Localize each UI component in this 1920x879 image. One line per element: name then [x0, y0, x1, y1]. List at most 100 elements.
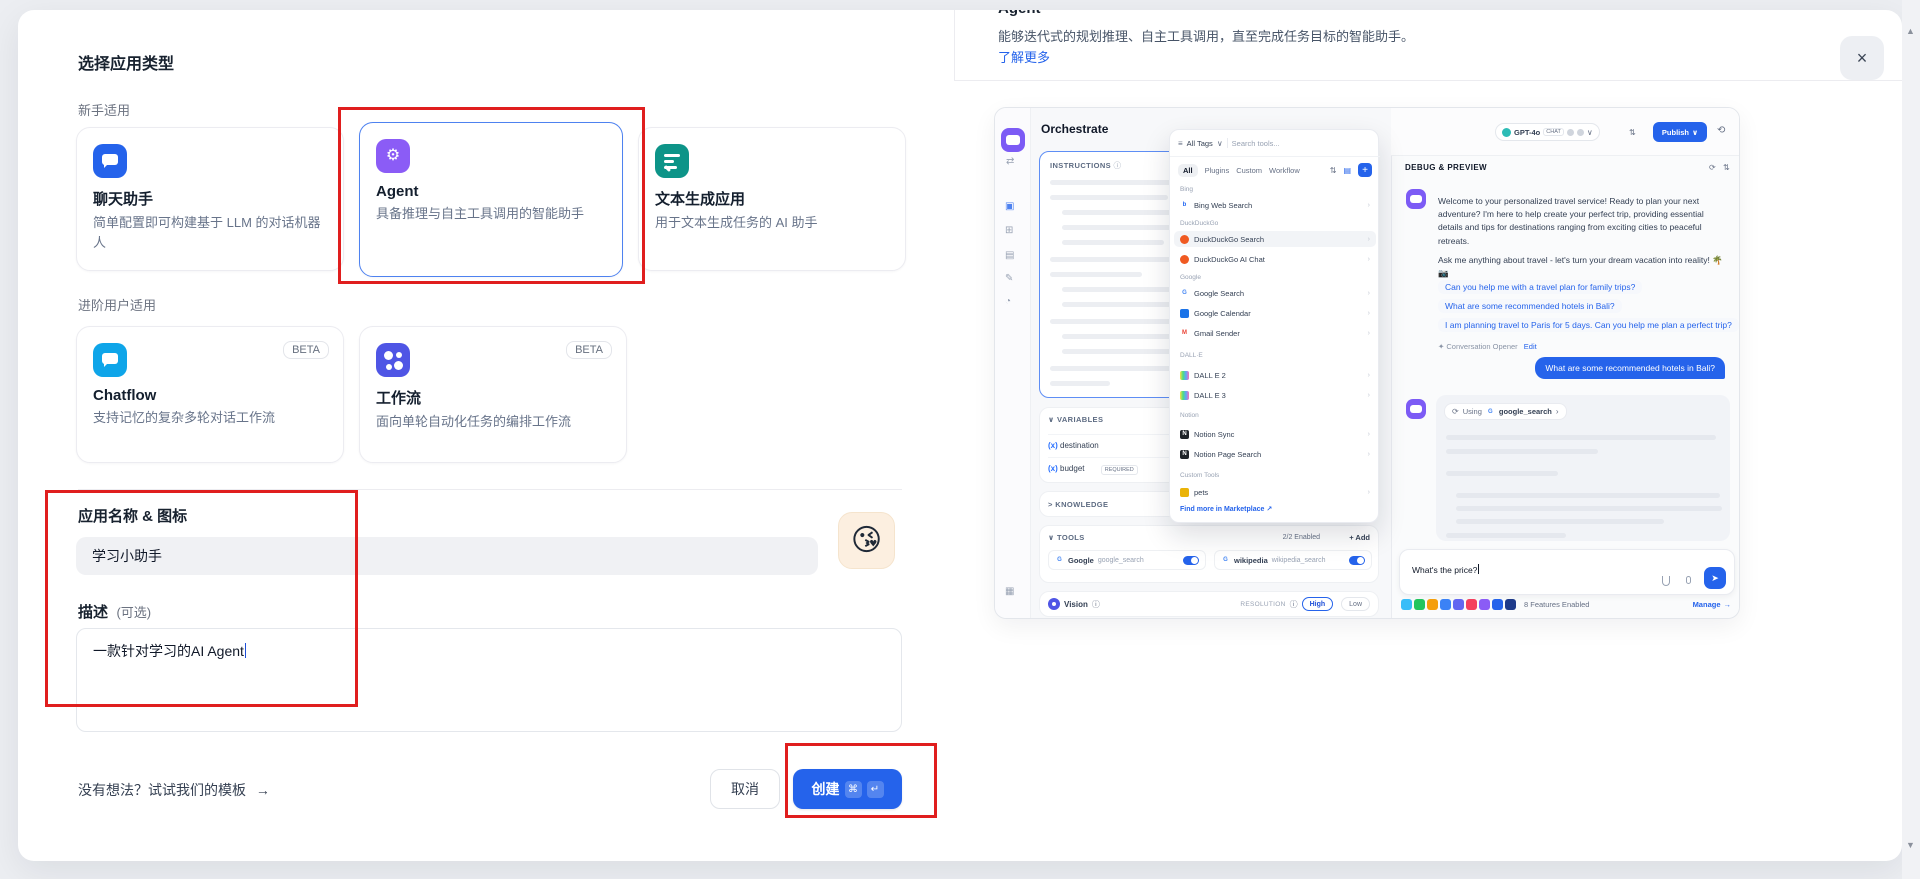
- toggle-on[interactable]: [1349, 555, 1365, 565]
- instructions-label: INSTRUCTIONS ⓘ: [1050, 161, 1122, 170]
- attachment-icon[interactable]: [1662, 576, 1670, 586]
- scroll-up-icon[interactable]: ▲: [1906, 26, 1915, 36]
- section-beginner-label: 新手适用: [78, 103, 131, 118]
- duckduckgo-icon: [1180, 254, 1189, 264]
- tool-picker-popover: ≡ All Tags ∨ Search tools... All Plugins…: [1169, 129, 1380, 523]
- tool-filter-row: ≡ All Tags ∨ Search tools...: [1178, 138, 1280, 148]
- tool-item[interactable]: b Bing Web Search ›: [1174, 197, 1376, 213]
- manage-features-link[interactable]: Manage: [1693, 600, 1721, 609]
- page-scrollbar[interactable]: ▲ ▼: [1902, 0, 1920, 879]
- chevron-right-icon: ›: [1367, 450, 1370, 458]
- tool-item[interactable]: M Gmail Sender ›: [1174, 325, 1376, 341]
- agent-icon: ⚙: [376, 139, 410, 173]
- opener-icon: ✦: [1438, 342, 1445, 351]
- app-type-card-chatflow[interactable]: BETA Chatflow 支持记忆的复杂多轮对话工作流: [76, 326, 344, 463]
- divider: [955, 80, 1902, 81]
- opener-edit-link[interactable]: Edit: [1524, 342, 1537, 351]
- create-button[interactable]: 创建 ⌘ ↵: [793, 769, 902, 809]
- chat-input-value: What's the price?: [1412, 564, 1480, 575]
- tool-item[interactable]: DuckDuckGo AI Chat ›: [1174, 251, 1376, 267]
- add-tool-plus-button[interactable]: +: [1358, 163, 1372, 177]
- tool-toggle-wikipedia[interactable]: G wikipedia wikipedia_search: [1214, 550, 1372, 570]
- suggested-question[interactable]: I am planning travel to Paris for 5 days…: [1438, 318, 1739, 332]
- send-button[interactable]: ➤: [1704, 567, 1726, 589]
- info-icon: ⓘ: [1091, 599, 1100, 609]
- template-hint-link[interactable]: 没有想法？试试我们的模板 →: [78, 780, 270, 800]
- tool-item[interactable]: DALL E 2 ›: [1174, 367, 1376, 383]
- tool-item[interactable]: N Notion Sync ›: [1174, 426, 1376, 442]
- chevron-right-icon: ›: [1367, 329, 1370, 337]
- find-more-marketplace-link[interactable]: Find more in Marketplace ↗: [1180, 502, 1370, 513]
- description-textarea[interactable]: 一款针对学习的AI Agent: [76, 628, 902, 732]
- suggested-question[interactable]: What are some recommended hotels in Bali…: [1438, 299, 1622, 313]
- agent-title-clipped: Agent: [998, 10, 1198, 21]
- app-type-card-agent[interactable]: ⚙ Agent 具备推理与自主工具调用的智能助手: [359, 122, 623, 277]
- sliders-icon[interactable]: ⇅: [1629, 128, 1636, 137]
- tool-tabs-row: All Plugins Custom Workflow ⇅ ▤ +: [1178, 163, 1372, 177]
- app-emoji-picker-button[interactable]: 😘: [838, 512, 895, 569]
- add-tool-button[interactable]: + Add: [1349, 533, 1370, 542]
- chevron-right-icon: ›: [1367, 309, 1370, 317]
- refresh-icon: ⟳: [1452, 407, 1459, 416]
- refresh-icon[interactable]: ⟳: [1709, 163, 1716, 172]
- tab-plugins[interactable]: Plugins: [1205, 166, 1230, 175]
- cancel-label: 取消: [731, 781, 759, 797]
- tools-panel: ∨ TOOLS 2/2 Enabled + Add G Google googl…: [1039, 525, 1379, 583]
- tab-all[interactable]: All: [1178, 163, 1198, 177]
- history-icon[interactable]: ⟲: [1717, 125, 1725, 136]
- resolution-high-button[interactable]: High: [1301, 597, 1334, 611]
- features-bar: 8 Features Enabled Manage →: [1401, 599, 1731, 610]
- text-generation-icon: [655, 144, 689, 178]
- app-name-input[interactable]: 学习小助手: [76, 537, 818, 575]
- bot-avatar: [1406, 399, 1426, 419]
- features-enabled-text: 8 Features Enabled: [1524, 600, 1590, 609]
- tab-custom[interactable]: Custom: [1236, 166, 1262, 175]
- scroll-down-icon[interactable]: ▼: [1906, 840, 1915, 850]
- agent-title: Agent: [998, 10, 1198, 17]
- close-button[interactable]: ×: [1840, 36, 1884, 80]
- tool-item[interactable]: pets ›: [1174, 486, 1376, 498]
- app-type-card-workflow[interactable]: BETA 工作流 面向单轮自动化任务的编排工作流: [359, 326, 627, 463]
- microphone-icon[interactable]: [1686, 576, 1691, 584]
- debug-preview-label: DEBUG & PREVIEW: [1405, 163, 1488, 172]
- group-label: Notion: [1180, 412, 1199, 419]
- search-tools-input[interactable]: Search tools...: [1232, 139, 1280, 148]
- chevron-right-icon: ›: [1367, 201, 1370, 209]
- tab-workflow[interactable]: Workflow: [1269, 166, 1300, 175]
- cancel-button[interactable]: 取消: [710, 769, 780, 809]
- grid-icon[interactable]: ▤: [1343, 166, 1351, 175]
- notion-icon: N: [1180, 429, 1189, 439]
- google-calendar-icon: [1180, 308, 1189, 318]
- publish-button[interactable]: Publish ∨: [1653, 122, 1707, 142]
- agent-description: 能够迭代式的规划推理、自主工具调用，直至完成任务目标的智能助手。: [998, 29, 1415, 44]
- tool-item[interactable]: G Google Search ›: [1174, 285, 1376, 301]
- toggle-on[interactable]: [1183, 555, 1199, 565]
- suggested-question[interactable]: Can you help me with a travel plan for f…: [1438, 280, 1643, 294]
- learn-more-link[interactable]: 了解更多: [998, 47, 1050, 66]
- app-type-card-chat-assistant[interactable]: 聊天助手 简单配置即可构建基于 LLM 的对话机器人: [76, 127, 344, 271]
- model-selector[interactable]: GPT-4o CHAT ∨: [1495, 123, 1600, 141]
- tool-item[interactable]: DALL E 3 ›: [1174, 387, 1376, 403]
- bot-welcome-message: Welcome to your personalized travel serv…: [1438, 196, 1704, 246]
- app-type-card-text-generation[interactable]: 文本生成应用 用于文本生成任务的 AI 助手: [638, 127, 906, 271]
- model-name: GPT-4o: [1514, 127, 1541, 137]
- page-title: 选择应用类型: [78, 56, 175, 73]
- tool-item[interactable]: DuckDuckGo Search ›: [1174, 231, 1376, 247]
- tool-item[interactable]: Google Calendar ›: [1174, 305, 1376, 321]
- settings-sliders-icon[interactable]: ⇅: [1723, 163, 1730, 172]
- sort-icon[interactable]: ⇅: [1330, 166, 1337, 175]
- chevron-down-icon: ∨: [1048, 533, 1055, 542]
- chevron-right-icon: ›: [1367, 371, 1370, 379]
- variable-prefix: (x): [1048, 464, 1058, 473]
- feature-icon: [1427, 599, 1438, 610]
- feature-icon: [1479, 599, 1490, 610]
- chat-input[interactable]: What's the price? ➤: [1399, 549, 1735, 595]
- chevron-right-icon: ›: [1367, 488, 1370, 496]
- monitoring-icon: ◔: [1005, 296, 1012, 307]
- resolution-low-button[interactable]: Low: [1341, 597, 1370, 611]
- tool-item[interactable]: N Notion Page Search ›: [1174, 446, 1376, 462]
- tool-toggle-google[interactable]: G Google google_search: [1048, 550, 1206, 570]
- send-icon: ➤: [1711, 572, 1719, 583]
- all-tags-filter[interactable]: All Tags: [1187, 139, 1213, 148]
- tool-use-chip[interactable]: ⟳ Using G google_search ›: [1444, 403, 1567, 420]
